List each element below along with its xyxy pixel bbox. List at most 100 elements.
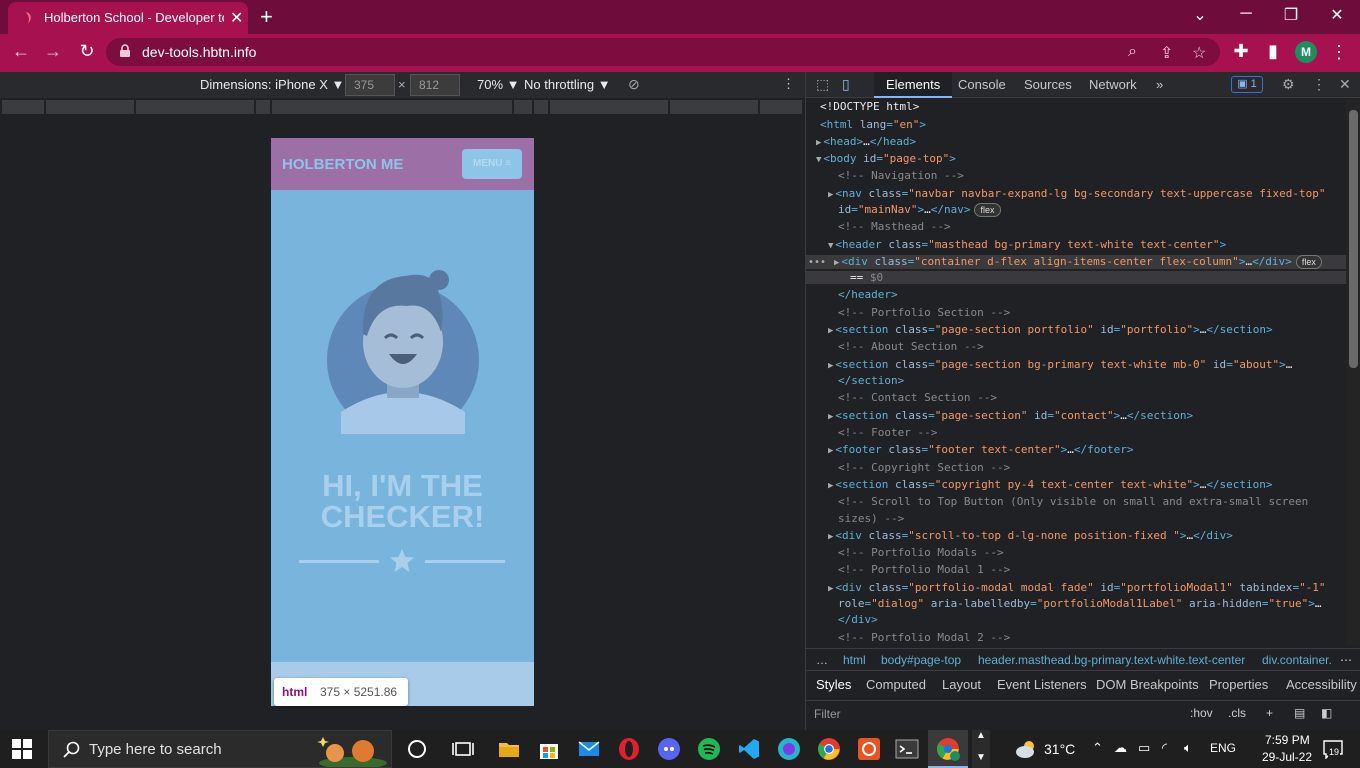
volume-icon[interactable]: 🔈︎ — [1184, 740, 1192, 756]
dom-node-line[interactable]: ▶ <section class="copyright py-4 text-cen… — [806, 478, 1273, 491]
tab-properties[interactable]: Properties — [1209, 677, 1268, 692]
hov-toggle[interactable]: :hov — [1190, 706, 1213, 720]
dom-scrollbar[interactable] — [1346, 100, 1360, 645]
page-brand[interactable]: HOLBERTON ME — [282, 156, 403, 173]
tab-computed[interactable]: Computed — [866, 677, 926, 692]
device-height-input[interactable]: 812 — [410, 74, 460, 96]
breadcrumb-div-container[interactable]: div.container. — [1262, 653, 1336, 667]
minimize-icon[interactable]: ─ — [1236, 5, 1256, 23]
show-hidden-icons-chevron-icon[interactable]: ⌃ — [1092, 740, 1103, 756]
clock-date[interactable]: 29-Jul-22 — [1262, 750, 1312, 764]
inspect-element-icon[interactable]: ⬚ — [816, 76, 829, 93]
dom-node-line[interactable]: id="mainNav">…</nav> flex — [806, 203, 1001, 217]
dom-node-line[interactable]: <!DOCTYPE html> — [806, 100, 919, 113]
dom-node-line[interactable]: <!-- Masthead --> — [806, 220, 951, 233]
dom-node-line[interactable]: ▼ <header class="masthead bg-primary text… — [806, 238, 1226, 251]
zoom-select[interactable]: 70% ▼ — [477, 77, 520, 92]
toggle-sidebar-icon[interactable]: ◧ — [1321, 706, 1332, 720]
flex-badge[interactable]: flex — [974, 203, 1001, 217]
taskbar-search-box[interactable]: Type here to search — [48, 730, 392, 768]
dom-node-line[interactable]: <!-- Portfolio Modal 1 --> — [806, 563, 1010, 576]
tab-styles[interactable]: Styles — [816, 677, 852, 692]
share-icon[interactable]: ⇪ — [1160, 43, 1173, 63]
dom-node-line[interactable]: ▶ <section class="page-section portfolio"… — [806, 323, 1273, 336]
tab-search-chevron-icon[interactable]: ⌄ — [1190, 5, 1210, 25]
dom-node-line[interactable]: <!-- Navigation --> — [806, 169, 964, 182]
dom-node-line[interactable]: <!-- Portfolio Section --> — [806, 306, 1010, 319]
dom-node-line[interactable]: <!-- About Section --> — [806, 340, 984, 353]
expand-arrow-right-icon[interactable]: ▶ — [828, 584, 833, 594]
battery-icon[interactable]: ▭ — [1138, 740, 1150, 756]
discord-icon[interactable] — [657, 737, 681, 761]
flex-badge[interactable]: flex — [1295, 255, 1322, 269]
expand-arrow-right-icon[interactable]: ▶ — [828, 190, 833, 200]
clock-time[interactable]: 7:59 PM — [1265, 733, 1310, 747]
expand-arrow-right-icon[interactable]: ▶ — [828, 361, 833, 371]
reload-icon[interactable]: ↻ — [76, 41, 98, 62]
expand-arrow-right-icon[interactable]: ▶ — [828, 446, 833, 456]
file-explorer-icon[interactable] — [497, 737, 521, 761]
vscode-icon[interactable] — [737, 737, 761, 761]
issues-badge[interactable]: ▣ 1 — [1231, 76, 1263, 93]
rotate-icon[interactable]: ⊘ — [628, 76, 640, 93]
profile-avatar[interactable]: M — [1295, 41, 1317, 63]
browser-menu-icon[interactable]: ⋮ — [1330, 42, 1348, 63]
device-dimensions-select[interactable]: Dimensions: iPhone X ▼ — [200, 77, 344, 92]
chrome-icon[interactable] — [817, 737, 841, 761]
opera-browser-icon[interactable] — [617, 737, 641, 761]
throttling-select[interactable]: No throttling ▼ — [524, 77, 611, 92]
dom-node-line[interactable]: ▶ <div class="container d-flex align-item… — [806, 255, 1346, 269]
language-indicator[interactable]: ENG — [1210, 741, 1236, 755]
breadcrumb-body[interactable]: body#page-top — [881, 653, 961, 667]
microsoft-store-icon[interactable] — [537, 737, 561, 761]
address-bar[interactable]: dev-tools.hbtn.info ⌕ ⇪ ☆ — [106, 38, 1220, 66]
expand-arrow-down-icon[interactable]: ▼ — [816, 155, 821, 165]
more-tabs-icon[interactable]: » — [1156, 77, 1163, 92]
restore-icon[interactable]: ❐ — [1281, 5, 1301, 25]
bookmark-star-icon[interactable]: ☆ — [1192, 43, 1206, 63]
new-tab-button[interactable]: + — [260, 4, 273, 30]
dom-node-line[interactable]: ▶ <section class="page-section" id="conta… — [806, 409, 1193, 422]
element-state-icon[interactable]: ▤ — [1294, 706, 1305, 720]
expand-arrow-right-icon[interactable]: ▶ — [828, 481, 833, 491]
zoom-search-icon[interactable]: ⌕ — [1128, 43, 1137, 61]
node-actions-icon[interactable]: ••• — [808, 257, 826, 268]
tab-sources[interactable]: Sources — [1024, 77, 1072, 92]
close-tab-icon[interactable]: ✕ — [230, 8, 243, 28]
notification-center[interactable]: 19 — [1322, 739, 1344, 759]
dom-node-line[interactable]: ▶ <footer class="footer text-center">…</f… — [806, 443, 1133, 456]
mail-icon[interactable] — [577, 737, 601, 761]
weather-cloud-icon[interactable] — [1014, 739, 1038, 759]
tab-elements[interactable]: Elements — [874, 72, 953, 98]
terminal-icon[interactable] — [895, 737, 919, 761]
breadcrumb-overflow[interactable]: … — [816, 653, 828, 667]
dom-node-line[interactable]: sizes) --> — [806, 512, 904, 525]
expand-arrow-down-icon[interactable]: ▼ — [828, 241, 833, 251]
dom-node-line[interactable]: role="dialog" aria-labelledby="portfolio… — [806, 597, 1322, 610]
dom-node-line[interactable]: ▶ <nav class="navbar navbar-expand-lg bg-… — [806, 187, 1326, 200]
task-view-icon[interactable] — [451, 737, 475, 761]
cls-toggle[interactable]: .cls — [1228, 706, 1246, 720]
device-toolbar-more-icon[interactable]: ⋮ — [782, 76, 795, 92]
settings-gear-icon[interactable]: ⚙ — [1282, 76, 1295, 93]
dom-tree[interactable]: <!DOCTYPE html> <html lang="en"> ▶ <head>…<… — [806, 100, 1346, 645]
expand-arrow-right-icon[interactable]: ▶ — [828, 532, 833, 542]
side-panel-icon[interactable]: ▮ — [1262, 41, 1284, 62]
browser-tab-active[interactable]: Holberton School - Developer to ✕ — [8, 2, 248, 34]
tab-network[interactable]: Network — [1089, 77, 1137, 92]
expand-arrow-right-icon[interactable]: ▶ — [828, 412, 833, 422]
chrome-profile-running-indicator[interactable] — [928, 730, 968, 768]
dom-node-line[interactable]: ▼ <body id="page-top"> — [806, 152, 956, 165]
taskbar-scroll-arrows[interactable]: ▲ ▼ — [972, 730, 990, 768]
tab-event-listeners[interactable]: Event Listeners — [997, 677, 1087, 692]
dom-node-line[interactable]: </section> — [806, 374, 904, 387]
dom-node-line[interactable]: <!-- Portfolio Modal 2 --> — [806, 631, 1010, 644]
tab-layout[interactable]: Layout — [942, 677, 981, 692]
expand-arrow-right-icon[interactable]: ▶ — [828, 326, 833, 336]
tab-console[interactable]: Console — [958, 77, 1006, 92]
dom-node-line[interactable]: ▶ <div class="scroll-to-top d-lg-none pos… — [806, 529, 1233, 542]
dom-node-line[interactable]: ▶ <div class="portfolio-modal modal fade"… — [806, 581, 1326, 594]
dom-node-line[interactable]: <!-- Contact Section --> — [806, 391, 997, 404]
dom-node-line[interactable]: ▶ <head>…</head> — [806, 135, 916, 148]
tab-dom-breakpoints[interactable]: DOM Breakpoints — [1096, 677, 1199, 692]
